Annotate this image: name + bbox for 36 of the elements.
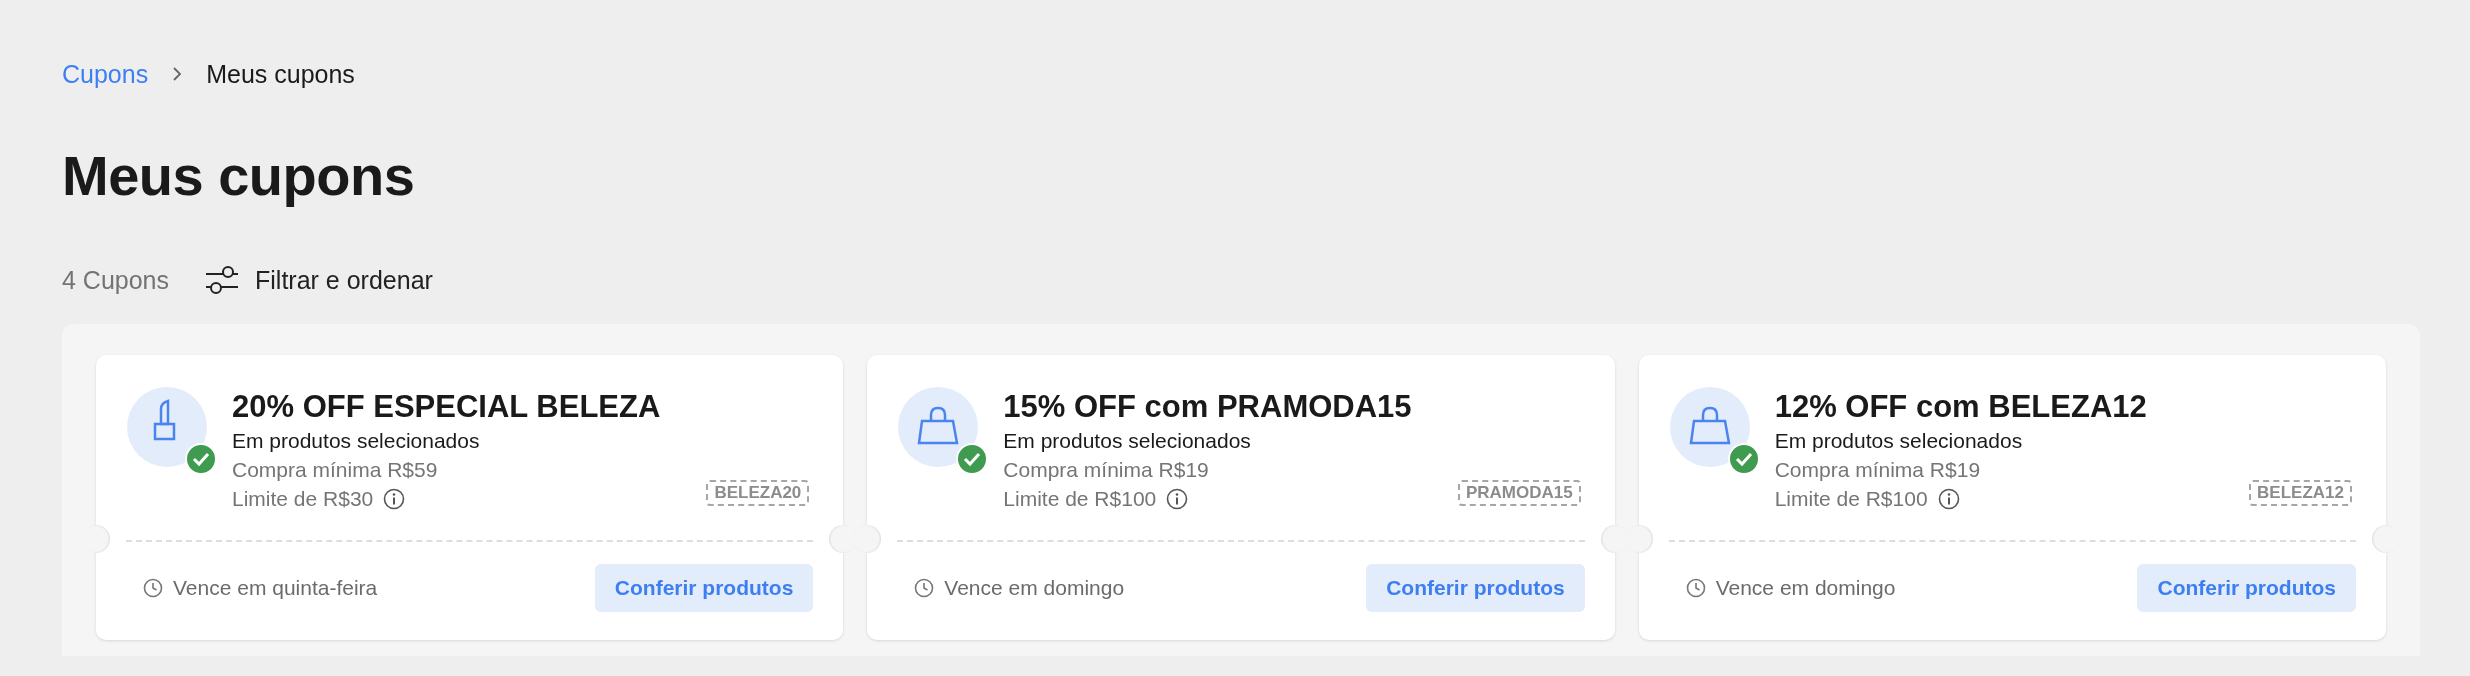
- shopping-bag-icon: [898, 387, 979, 467]
- minimum-purchase: Compra mínima R$19: [1774, 457, 1982, 483]
- breadcrumb-current: Meus cupons: [206, 59, 355, 89]
- coupon-scope: Em produtos selecionados: [1003, 428, 1252, 454]
- coupon-scope: Em produtos selecionados: [232, 428, 481, 454]
- page-title: Meus cupons: [62, 144, 416, 208]
- minimum-purchase: Compra mínima R$59: [232, 457, 439, 483]
- discount-limit: Limite de R$100: [1774, 486, 1928, 512]
- shopping-bag-icon: [1669, 387, 1750, 467]
- lipstick-icon: [127, 387, 207, 467]
- expiry-date: Vence em domingo: [944, 576, 1126, 600]
- discount-limit: Limite de R$100: [1003, 486, 1157, 512]
- view-products-button[interactable]: Conferir produtos: [594, 564, 814, 612]
- sliders-icon: [205, 265, 240, 295]
- expiry-date: Vence em quinta-feira: [173, 576, 379, 600]
- view-products-button[interactable]: Conferir produtos: [2137, 564, 2356, 612]
- coupon-title: 15% OFF com PRAMODA15: [1003, 388, 1413, 426]
- expiry-date: Vence em domingo: [1715, 576, 1897, 600]
- clock-icon: [143, 578, 163, 598]
- coupon-count: 4 Cupons: [62, 265, 170, 295]
- breadcrumb-link[interactable]: Cupons: [62, 59, 149, 89]
- coupon-scope: Em produtos selecionados: [1774, 428, 2024, 454]
- filter-button[interactable]: Filtrar e ordenar: [205, 265, 433, 295]
- info-icon: [1937, 487, 1960, 510]
- coupon-code: BELEZA12: [2249, 480, 2352, 506]
- coupon-title: 20% OFF ESPECIAL BELEZA: [232, 388, 662, 426]
- discount-limit: Limite de R$30: [232, 486, 374, 512]
- clock-icon: [914, 578, 935, 598]
- clock-icon: [1685, 578, 1706, 598]
- minimum-purchase: Compra mínima R$19: [1003, 457, 1210, 483]
- coupon-title: 12% OFF com BELEZA12: [1774, 388, 2148, 426]
- coupon-code: PRAMODA15: [1457, 480, 1581, 506]
- info-icon: [1166, 487, 1189, 510]
- coupon-code: BELEZA20: [706, 480, 810, 506]
- info-icon: [383, 487, 406, 510]
- view-products-button[interactable]: Conferir produtos: [1366, 564, 1585, 612]
